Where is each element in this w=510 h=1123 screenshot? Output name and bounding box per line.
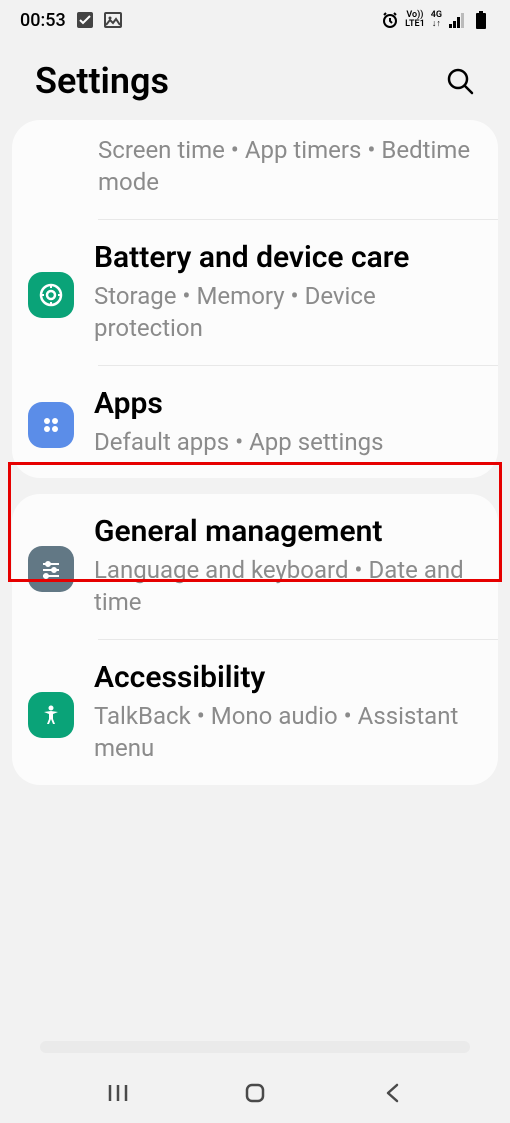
search-button[interactable] xyxy=(440,61,480,101)
data-arrows-icon: ↓↑ xyxy=(432,20,441,29)
item-subtitle: Default apps • App settings xyxy=(94,426,476,458)
item-title: Battery and device care xyxy=(94,240,476,276)
volte-label: Vo)) LTE1 xyxy=(405,11,425,29)
item-subtitle: Storage • Memory • Device protection xyxy=(94,280,476,345)
item-title: General management xyxy=(94,514,476,550)
signal-icon xyxy=(448,11,466,29)
home-button[interactable] xyxy=(235,1073,275,1113)
list-item-battery-device-care[interactable]: Battery and device care Storage • Memory… xyxy=(12,220,498,365)
item-title: Apps xyxy=(94,386,476,422)
status-time: 00:53 xyxy=(20,10,66,31)
back-button[interactable] xyxy=(372,1073,412,1113)
list-item-apps[interactable]: Apps Default apps • App settings xyxy=(12,366,498,478)
app-header: Settings xyxy=(0,40,510,120)
battery-icon xyxy=(472,11,490,29)
status-bar: 00:53 Vo)) LTE1 4G ↓↑ xyxy=(0,0,510,40)
list-item-accessibility[interactable]: Accessibility TalkBack • Mono audio • As… xyxy=(12,640,498,785)
settings-card-1: Screen time • App timers • Bedtime mode … xyxy=(12,120,498,478)
page-title: Settings xyxy=(35,60,169,102)
accessibility-icon xyxy=(28,692,74,738)
back-icon xyxy=(383,1081,401,1105)
list-item-general-management[interactable]: General management Language and keyboard… xyxy=(12,494,498,639)
status-left: 00:53 xyxy=(20,10,122,31)
apps-icon xyxy=(28,402,74,448)
alarm-icon xyxy=(381,11,399,29)
status-right: Vo)) LTE1 4G ↓↑ xyxy=(381,11,490,29)
settings-card-2: General management Language and keyboard… xyxy=(12,494,498,785)
search-icon xyxy=(445,66,475,96)
image-icon xyxy=(104,11,122,29)
item-subtitle: Language and keyboard • Date and time xyxy=(94,554,476,619)
network-gen-label: 4G ↓↑ xyxy=(431,11,442,29)
device-care-icon xyxy=(28,272,74,318)
recents-button[interactable] xyxy=(98,1073,138,1113)
scroll-indicator xyxy=(40,1041,470,1053)
item-subtitle: Screen time • App timers • Bedtime mode xyxy=(98,134,476,199)
sliders-icon xyxy=(28,546,74,592)
item-subtitle: TalkBack • Mono audio • Assistant menu xyxy=(94,700,476,765)
home-icon xyxy=(243,1081,267,1105)
list-item-digital-wellbeing-partial[interactable]: Screen time • App timers • Bedtime mode xyxy=(12,120,498,219)
item-title: Accessibility xyxy=(94,660,476,696)
recents-icon xyxy=(106,1083,130,1103)
checkbox-icon xyxy=(76,11,94,29)
navigation-bar xyxy=(0,1063,510,1123)
